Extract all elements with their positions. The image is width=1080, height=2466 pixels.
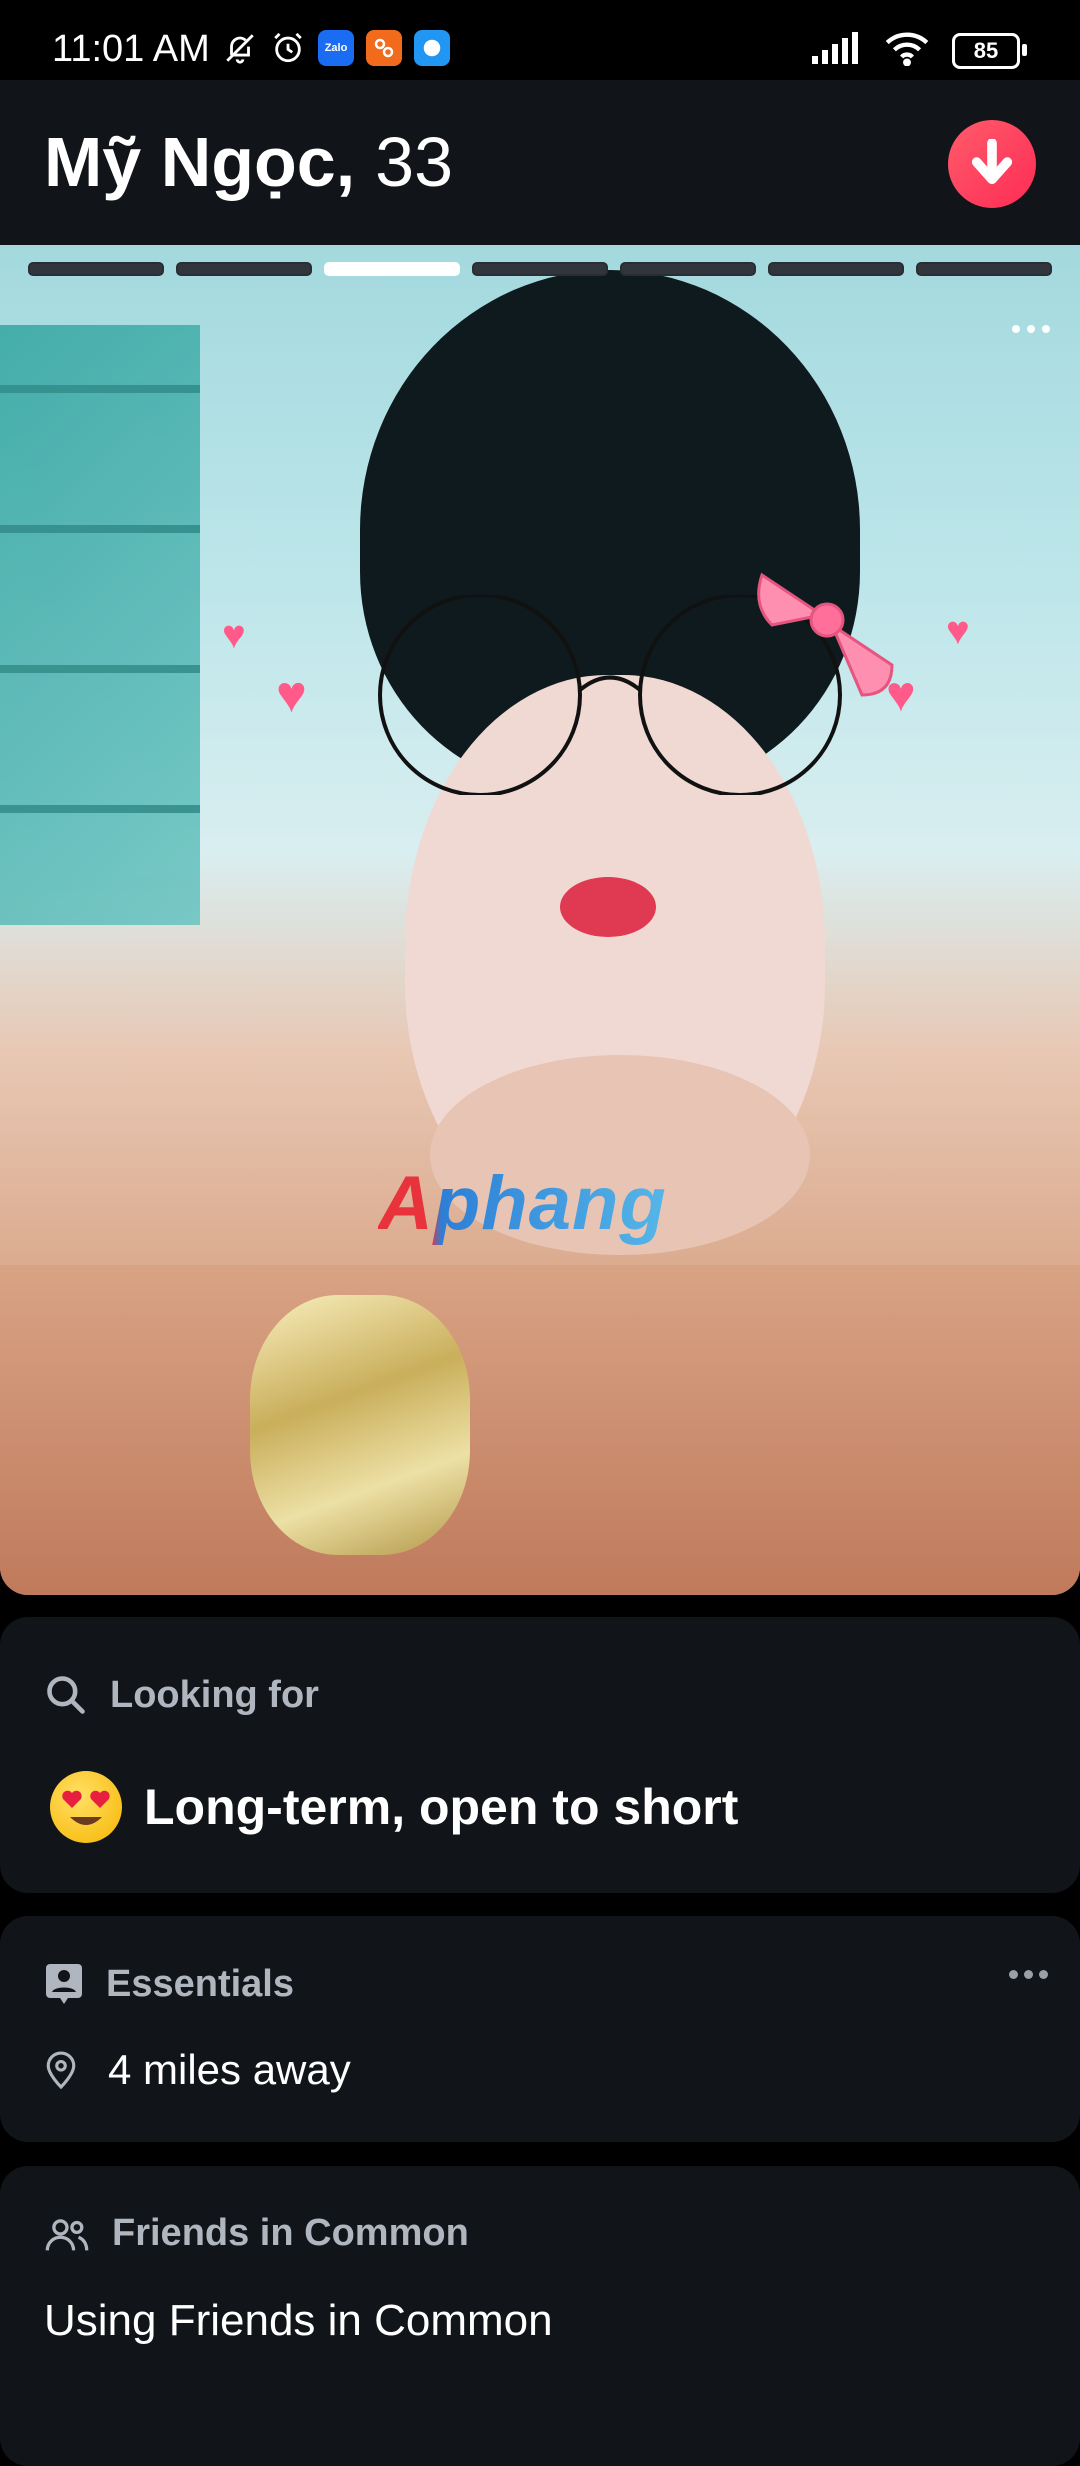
system-indicators: 85: [812, 30, 1027, 71]
zalo-app-icon: Zalo: [318, 30, 354, 66]
heart-sticker: ♥: [222, 613, 246, 657]
profile-name: Mỹ Ngọc,: [44, 123, 356, 201]
looking-for-value: Long-term, open to short: [144, 1779, 739, 1835]
friends-heading-row: Friends in Common: [44, 2212, 469, 2255]
essentials-heading: Essentials: [106, 1962, 294, 2005]
profile-photo[interactable]: ♥ ♥ ♥ ♥ Aphang: [0, 245, 1080, 1595]
profile-title: Mỹ Ngọc, 33: [44, 122, 453, 202]
signal-icon: [812, 32, 862, 69]
photo-shirt: [0, 1265, 1080, 1595]
looking-for-heading-row: Looking for: [44, 1673, 319, 1717]
location-pin-icon: [46, 2051, 76, 2090]
alarm-icon: [270, 30, 306, 66]
photo-more-button[interactable]: [1012, 325, 1050, 333]
photo-window-detail: [0, 325, 200, 925]
photo-progress-bar: [28, 262, 1052, 276]
distance-text: 4 miles away: [108, 2046, 351, 2093]
profile-age: 33: [375, 123, 454, 201]
profile-card-icon: [46, 1964, 82, 2004]
photo-indicator[interactable]: [176, 262, 312, 276]
mute-bell-icon: [222, 30, 258, 66]
essentials-more-button[interactable]: [1009, 1970, 1048, 1979]
heart-sticker: ♥: [886, 666, 916, 722]
battery-indicator: 85: [952, 32, 1027, 69]
close-profile-button[interactable]: [948, 120, 1036, 208]
photo-indicator-active[interactable]: [324, 262, 460, 276]
heart-sticker: ♥: [276, 666, 307, 724]
looking-for-value-row: Long-term, open to short: [50, 1771, 738, 1843]
notification-icons: Zalo: [222, 30, 450, 66]
search-icon: [47, 1676, 85, 1714]
more-dot-icon: [1042, 325, 1050, 333]
more-dot-icon: [1027, 325, 1035, 333]
heart-eyes-emoji-icon: [50, 1771, 122, 1843]
photo-indicator[interactable]: [28, 262, 164, 276]
photo-lips: [560, 877, 656, 937]
arrow-down-icon: [971, 139, 1013, 185]
more-dot-icon: [1024, 1970, 1033, 1979]
looking-for-card: Looking for Long-term, open to short: [0, 1617, 1080, 1893]
looking-for-heading: Looking for: [110, 1673, 319, 1716]
more-dot-icon: [1009, 1970, 1018, 1979]
photo-indicator[interactable]: [768, 262, 904, 276]
more-dot-icon: [1039, 1970, 1048, 1979]
photo-indicator[interactable]: [916, 262, 1052, 276]
app-icon-blue: [414, 30, 450, 66]
friends-heading: Friends in Common: [112, 2212, 469, 2254]
distance-row: 4 miles away: [44, 2046, 351, 2094]
status-bar: 11:01 AM Zalo 85: [0, 0, 1080, 80]
photo-watermark: Aphang: [378, 1161, 667, 1246]
wifi-icon: [884, 30, 930, 71]
essentials-card: Essentials 4 miles away: [0, 1916, 1080, 2142]
photo-bangle: [250, 1295, 470, 1555]
essentials-heading-row: Essentials: [44, 1962, 294, 2006]
bow-sticker: [757, 572, 894, 697]
photo-indicator[interactable]: [472, 262, 608, 276]
profile-header: Mỹ Ngọc, 33: [0, 80, 1080, 245]
status-time: 11:01 AM: [52, 28, 210, 70]
more-dot-icon: [1012, 325, 1020, 333]
friends-description: Using Friends in Common: [44, 2296, 553, 2345]
photo-indicator[interactable]: [620, 262, 756, 276]
heart-sticker: ♥: [946, 609, 970, 653]
app-icon-orange: [366, 30, 402, 66]
people-icon: [45, 2218, 89, 2251]
friends-in-common-card[interactable]: Friends in Common Using Friends in Commo…: [0, 2166, 1080, 2466]
